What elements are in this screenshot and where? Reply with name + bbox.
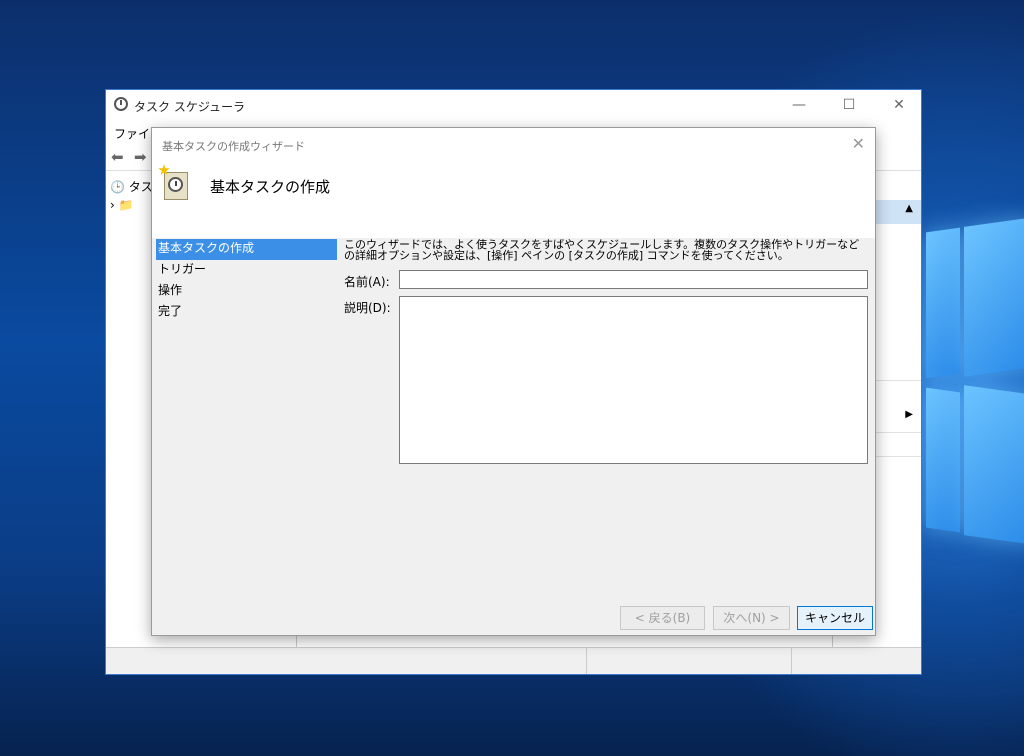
collapse-up-icon[interactable]: ▲ [905, 203, 913, 214]
tree-item-root[interactable]: 🕒 タス [110, 178, 153, 195]
wizard-window-title: 基本タスクの作成ウィザード [162, 140, 305, 153]
description-textarea[interactable] [399, 296, 868, 464]
step-finish[interactable]: 完了 [156, 302, 337, 323]
back-button[interactable]: < 戻る(B) [620, 606, 705, 630]
folder-icon: 📁 [118, 198, 134, 212]
task-clock-icon [158, 164, 190, 200]
app-title: タスク スケジューラ [134, 100, 245, 114]
wizard-titlebar[interactable]: 基本タスクの作成ウィザード ✕ [152, 128, 875, 160]
status-bar [106, 647, 921, 674]
step-action[interactable]: 操作 [156, 281, 337, 302]
wizard-description: このウィザードでは、よく使うタスクをすばやくスケジュールします。複数のタスク操作… [344, 238, 860, 262]
description-label: 説明(D): [344, 301, 391, 315]
forward-arrow-icon[interactable]: ➡ [134, 148, 147, 166]
back-arrow-icon[interactable]: ⬅ [111, 148, 124, 166]
app-titlebar[interactable]: タスク スケジューラ — ☐ ✕ [106, 90, 921, 120]
wizard-header: 基本タスクの作成 [152, 160, 875, 238]
tree-item-library[interactable]: › 📁 [110, 198, 134, 212]
wizard-page-title: 基本タスクの作成 [210, 178, 331, 196]
create-basic-task-wizard: 基本タスクの作成ウィザード ✕ 基本タスクの作成 基本タスクの作成 トリガー 操… [151, 127, 876, 636]
windows-logo-wallpaper [924, 217, 1024, 552]
name-label: 名前(A): [344, 275, 390, 289]
next-button[interactable]: 次へ(N) > [713, 606, 790, 630]
minimize-button[interactable]: — [782, 94, 816, 116]
tree-item-root-label: タス [128, 180, 153, 194]
cancel-button[interactable]: キャンセル [797, 606, 873, 630]
close-button[interactable]: ✕ [882, 94, 916, 116]
maximize-button[interactable]: ☐ [832, 94, 866, 116]
step-trigger[interactable]: トリガー [156, 260, 337, 281]
expand-arrow-icon[interactable]: ▶ [905, 409, 913, 420]
clock-icon [114, 97, 128, 111]
wizard-steps: 基本タスクの作成 トリガー 操作 完了 [156, 239, 337, 323]
chevron-right-icon[interactable]: › [110, 198, 115, 212]
wizard-close-button[interactable]: ✕ [852, 134, 865, 153]
name-input[interactable] [399, 270, 868, 289]
step-create-basic-task[interactable]: 基本タスクの作成 [156, 239, 337, 260]
clock-icon: 🕒 [110, 180, 125, 194]
